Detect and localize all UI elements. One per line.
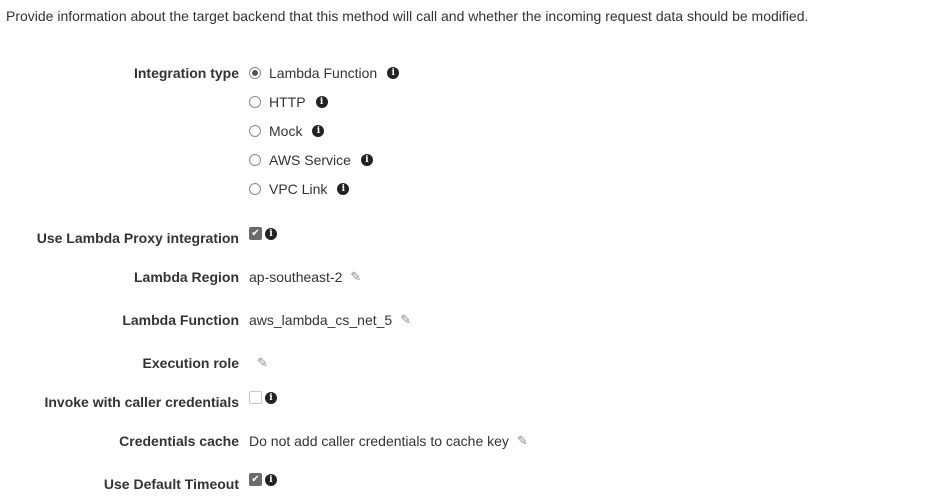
checkmark-icon: ✔ xyxy=(251,227,260,239)
radio-button[interactable] xyxy=(249,183,261,195)
radio-option-mock[interactable]: Mock i xyxy=(249,120,325,142)
info-icon[interactable]: i xyxy=(337,183,350,195)
execution-role-value-wrap: ✎ xyxy=(249,352,268,374)
radio-option-vpc-link[interactable]: VPC Link i xyxy=(249,178,350,200)
lambda-region-label: Lambda Region xyxy=(133,269,239,285)
integration-type-label: Integration type xyxy=(133,65,239,81)
intro-text: Provide information about the target bac… xyxy=(6,8,809,24)
pencil-icon[interactable]: ✎ xyxy=(257,352,268,374)
lambda-region-value: ap-southeast-2 xyxy=(249,269,343,285)
lambda-function-value: aws_lambda_cs_net_5 xyxy=(249,312,393,328)
radio-label: AWS Service xyxy=(269,152,351,168)
integration-type-row: Integration type xyxy=(0,62,950,84)
lambda-proxy-checkbox[interactable]: ✔ xyxy=(249,227,262,240)
default-timeout-value: ✔ i xyxy=(249,473,277,486)
pencil-icon[interactable]: ✎ xyxy=(517,430,528,452)
info-icon[interactable]: i xyxy=(312,125,325,137)
lambda-proxy-value: ✔ i xyxy=(249,227,277,240)
lambda-function-row: Lambda Function aws_lambda_cs_net_5 ✎ xyxy=(0,309,950,331)
radio-option-http[interactable]: HTTP i xyxy=(249,91,328,113)
credentials-cache-row: Credentials cache Do not add caller cred… xyxy=(0,430,950,452)
caller-credentials-row: Invoke with caller credentials i xyxy=(0,391,950,413)
info-icon[interactable]: i xyxy=(360,154,373,166)
lambda-proxy-label: Use Lambda Proxy integration xyxy=(36,230,239,246)
credentials-cache-label: Credentials cache xyxy=(119,433,239,449)
radio-button[interactable] xyxy=(249,96,261,108)
default-timeout-label: Use Default Timeout xyxy=(103,476,239,492)
credentials-cache-value: Do not add caller credentials to cache k… xyxy=(249,433,509,449)
radio-button[interactable] xyxy=(249,154,261,166)
default-timeout-row: Use Default Timeout ✔ i xyxy=(0,473,950,495)
credentials-cache-value-wrap: Do not add caller credentials to cache k… xyxy=(249,430,528,452)
radio-label: Mock xyxy=(269,123,303,139)
radio-label: HTTP xyxy=(269,94,306,110)
radio-label: Lambda Function xyxy=(269,65,378,81)
lambda-function-label: Lambda Function xyxy=(122,312,239,328)
info-icon[interactable]: i xyxy=(265,227,277,240)
execution-role-label: Execution role xyxy=(142,355,239,371)
caller-credentials-checkbox[interactable] xyxy=(249,391,262,404)
lambda-function-value-wrap: aws_lambda_cs_net_5 ✎ xyxy=(249,309,411,331)
pencil-icon[interactable]: ✎ xyxy=(400,309,411,331)
info-icon[interactable]: i xyxy=(265,473,277,486)
caller-credentials-value: i xyxy=(249,391,277,404)
info-icon[interactable]: i xyxy=(387,67,400,79)
radio-label: VPC Link xyxy=(269,181,328,197)
info-icon[interactable]: i xyxy=(265,391,277,404)
radio-option-aws-service[interactable]: AWS Service i xyxy=(249,149,373,171)
default-timeout-checkbox[interactable]: ✔ xyxy=(249,473,262,486)
radio-button[interactable] xyxy=(249,125,261,137)
info-icon[interactable]: i xyxy=(315,96,328,108)
pencil-icon[interactable]: ✎ xyxy=(350,266,361,288)
checkmark-icon: ✔ xyxy=(251,473,260,485)
caller-credentials-label: Invoke with caller credentials xyxy=(44,394,239,410)
execution-role-row: Execution role ✎ xyxy=(0,352,950,374)
lambda-region-value-wrap: ap-southeast-2 ✎ xyxy=(249,266,361,288)
radio-option-lambda-function[interactable]: Lambda Function i xyxy=(249,62,400,84)
lambda-region-row: Lambda Region ap-southeast-2 ✎ xyxy=(0,266,950,288)
radio-button-selected[interactable] xyxy=(249,67,261,79)
lambda-proxy-row: Use Lambda Proxy integration ✔ i xyxy=(0,227,950,249)
